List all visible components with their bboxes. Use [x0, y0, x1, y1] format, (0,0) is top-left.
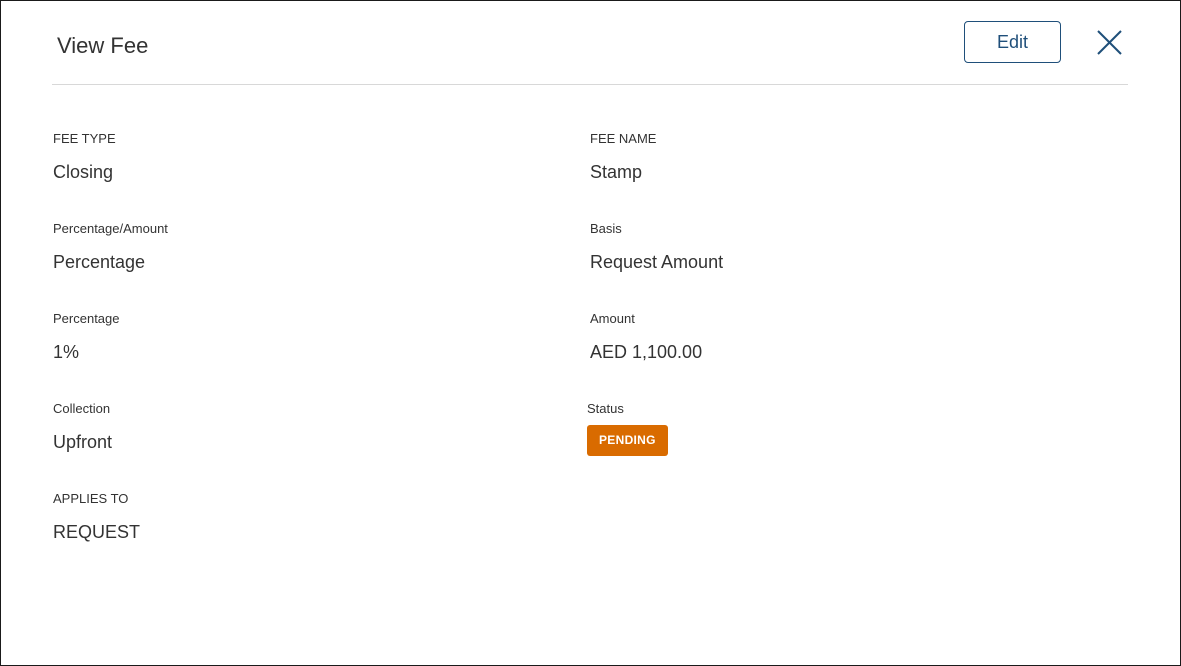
edit-button[interactable]: Edit — [964, 21, 1061, 63]
status-badge: PENDING — [587, 425, 668, 456]
percentage-amount-value: Percentage — [53, 252, 146, 272]
percentage-label: Percentage — [53, 311, 120, 326]
fee-type-field: FEE TYPE Closing — [53, 131, 116, 183]
close-button[interactable] — [1093, 27, 1125, 59]
applies-to-field: APPLIES TO REQUEST — [53, 491, 140, 543]
fee-name-field: FEE NAME Stamp — [590, 131, 656, 183]
basis-label: Basis — [590, 221, 622, 236]
applies-to-label: APPLIES TO — [53, 491, 129, 506]
page-title: View Fee — [57, 33, 149, 58]
header-divider — [52, 84, 1128, 85]
percentage-field: Percentage 1% — [53, 311, 120, 363]
collection-label: Collection — [53, 401, 111, 416]
status-label: Status — [587, 401, 624, 416]
amount-field: Amount AED 1,100.00 — [590, 311, 702, 363]
view-fee-modal: View Fee Edit FEE TYPE Closing FEE NAME … — [0, 0, 1181, 666]
close-icon — [1097, 30, 1122, 55]
percentage-amount-field: Percentage/Amount Percentage — [53, 221, 168, 273]
fee-name-value: Stamp — [590, 162, 643, 182]
percentage-amount-label: Percentage/Amount — [53, 221, 168, 236]
amount-label: Amount — [590, 311, 635, 326]
fee-name-label: FEE NAME — [590, 131, 657, 146]
percentage-value: 1% — [53, 342, 80, 362]
collection-value: Upfront — [53, 432, 113, 452]
fee-type-label: FEE TYPE — [53, 131, 116, 146]
basis-value: Request Amount — [590, 252, 724, 272]
basis-field: Basis Request Amount — [590, 221, 723, 273]
fee-type-value: Closing — [53, 162, 114, 182]
collection-field: Collection Upfront — [53, 401, 112, 453]
applies-to-value: REQUEST — [53, 522, 141, 542]
status-field: Status PENDING — [587, 401, 668, 456]
amount-value: AED 1,100.00 — [590, 342, 703, 362]
